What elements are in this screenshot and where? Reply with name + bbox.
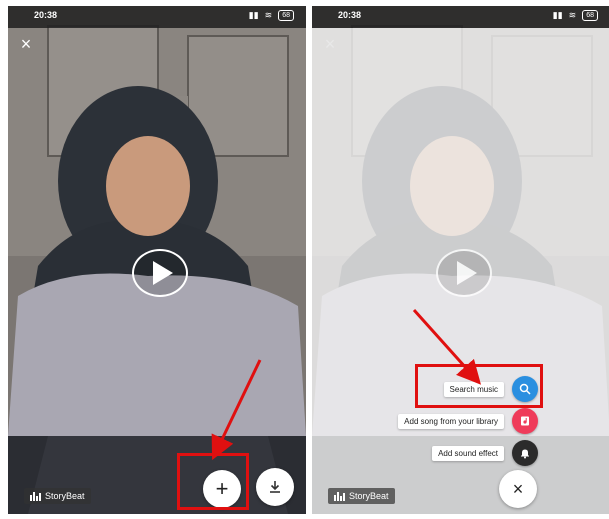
add-song-library-button[interactable] (512, 408, 538, 434)
brand-label: StoryBeat (45, 491, 85, 501)
right-screen: 20:38 ▮▮ ≋ 68 × StoryBeat Search music A… (312, 6, 609, 514)
menu-label-add-song-library: Add song from your library (398, 413, 504, 429)
status-bar: 20:38 ▮▮ ≋ 68 (8, 6, 306, 28)
download-button[interactable] (256, 468, 294, 506)
storybeat-logo-icon (334, 491, 345, 501)
play-button[interactable] (436, 249, 492, 297)
menu-item-add-song-library[interactable]: Add song from your library (398, 408, 538, 434)
status-time: 20:38 (338, 10, 362, 20)
status-time: 20:38 (34, 10, 58, 20)
close-icon: × (512, 478, 524, 499)
brand-label: StoryBeat (349, 491, 389, 501)
status-bar: 20:38 ▮▮ ≋ 68 (312, 6, 609, 28)
play-icon (457, 261, 477, 285)
highlight-box-search-music (415, 364, 543, 408)
storybeat-watermark: StoryBeat (328, 488, 395, 504)
battery-icon: 68 (278, 10, 294, 21)
menu-label-add-sound-effect: Add sound effect (432, 445, 504, 461)
play-icon (153, 261, 173, 285)
storybeat-logo-icon (30, 491, 41, 501)
library-icon (521, 416, 529, 426)
wifi-icon: ≋ (264, 10, 273, 20)
close-button[interactable]: × (322, 34, 338, 54)
bell-icon (521, 449, 529, 459)
battery-icon: 68 (582, 10, 598, 21)
download-icon (270, 481, 280, 493)
add-sound-effect-button[interactable] (512, 440, 538, 466)
left-screen: 20:38 ▮▮ ≋ 68 × StoryBeat + (8, 6, 306, 514)
close-button[interactable]: × (18, 34, 34, 54)
close-menu-button[interactable]: × (499, 470, 537, 508)
close-icon: × (20, 34, 32, 54)
close-icon: × (324, 34, 336, 54)
signal-icon: ▮▮ (248, 10, 259, 20)
signal-icon: ▮▮ (552, 10, 563, 20)
storybeat-watermark: StoryBeat (24, 488, 91, 504)
play-button[interactable] (132, 249, 188, 297)
wifi-icon: ≋ (568, 10, 577, 20)
menu-item-add-sound-effect[interactable]: Add sound effect (432, 440, 538, 466)
highlight-box-add (177, 453, 249, 510)
